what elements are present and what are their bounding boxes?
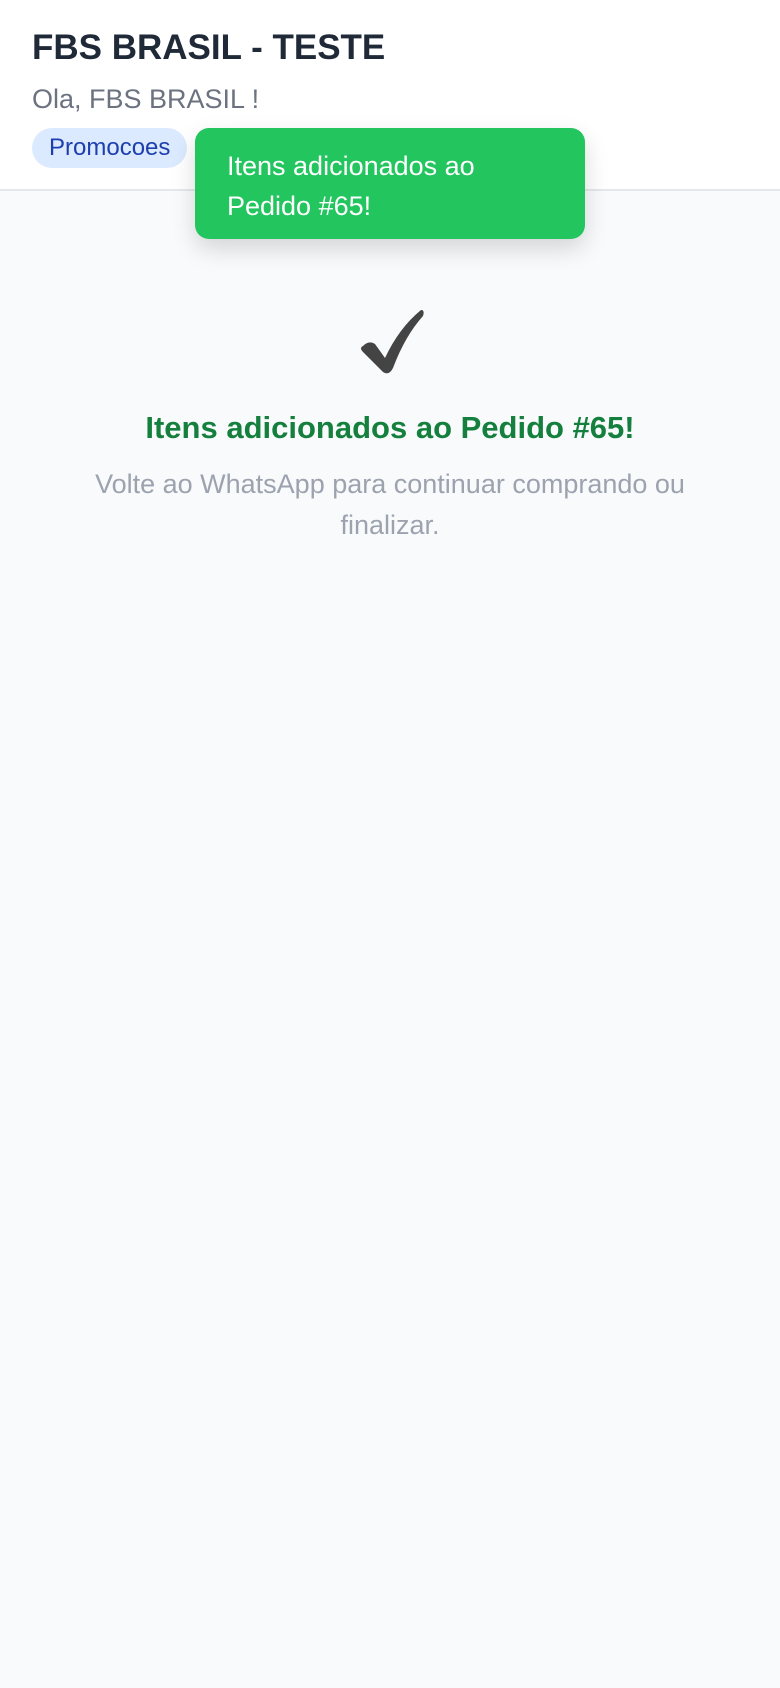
checkmark-icon <box>355 306 425 376</box>
store-title: FBS BRASIL - TESTE <box>32 28 386 67</box>
toast-message: Itens adicionados ao Pedido #65! <box>227 151 475 221</box>
greeting-text: Ola, FBS BRASIL ! <box>32 84 260 114</box>
promotions-chip[interactable]: Promocoes <box>32 128 188 168</box>
success-title: Itens adicionados ao Pedido #65! <box>145 410 635 445</box>
success-toast: Itens adicionados ao Pedido #65! <box>195 128 585 239</box>
success-subtitle: Volte ao WhatsApp para continuar compran… <box>95 469 685 540</box>
